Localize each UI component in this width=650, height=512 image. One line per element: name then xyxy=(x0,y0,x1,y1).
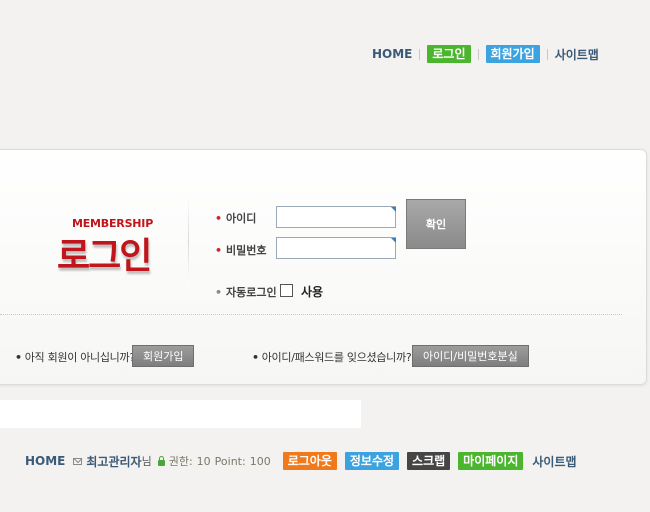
nav-home-link[interactable]: HOME xyxy=(372,47,412,61)
password-label: • 비밀번호 xyxy=(215,242,267,258)
auto-login-label: • 자동로그인 xyxy=(215,284,277,300)
scrap-button[interactable]: 스크랩 xyxy=(407,452,451,470)
top-nav: HOME 로그인 회원가입 사이트맵 xyxy=(372,44,599,64)
level-label: 권한: xyxy=(168,455,193,468)
edit-info-button[interactable]: 정보수정 xyxy=(344,452,400,470)
id-label-text: 아이디 xyxy=(226,212,257,225)
bottom-home-link[interactable]: HOME xyxy=(25,454,65,468)
not-member-text: • 아직 회원이 아니십니까? xyxy=(15,349,135,365)
id-label: • 아이디 xyxy=(215,210,256,226)
confirm-button[interactable]: 확인 xyxy=(406,199,466,249)
auto-login-checkbox[interactable] xyxy=(280,284,293,297)
auto-login-label-text: 자동로그인 xyxy=(226,286,277,299)
nav-signup-button[interactable]: 회원가입 xyxy=(485,45,540,63)
nav-separator xyxy=(477,48,479,60)
not-member-text-label: 아직 회원이 아니십니까? xyxy=(24,351,135,364)
point-label: Point: xyxy=(214,454,246,468)
input-corner-icon xyxy=(391,207,396,212)
bullet-icon: • xyxy=(215,286,223,299)
blank-bar xyxy=(0,400,361,428)
mypage-button[interactable]: 마이페이지 xyxy=(458,452,524,470)
password-input[interactable] xyxy=(276,237,396,259)
bullet-icon: • xyxy=(215,212,223,225)
find-account-button[interactable]: 아이디/비밀번호분실 xyxy=(412,345,529,367)
honorific: 님 xyxy=(141,455,152,468)
nav-separator xyxy=(419,48,421,60)
bullet-icon: • xyxy=(15,351,22,364)
signup-button[interactable]: 회원가입 xyxy=(132,345,195,367)
bullet-icon: • xyxy=(215,244,223,257)
point-value: 100 xyxy=(249,454,271,468)
logout-button[interactable]: 로그아웃 xyxy=(282,452,337,470)
forgot-text: • 아이디/패스워드를 잊으셨습니까? xyxy=(252,349,412,365)
lock-icon xyxy=(157,455,165,466)
input-corner-icon xyxy=(391,238,396,243)
mail-icon[interactable] xyxy=(73,457,83,465)
bullet-icon: • xyxy=(252,351,259,364)
username: 최고관리자 xyxy=(86,454,142,469)
vertical-divider xyxy=(188,196,189,286)
bottom-nav: HOME 최고관리자 님 권한: 10 Point: 100 로그아웃 정보수정… xyxy=(25,451,577,471)
nav-sitemap-link[interactable]: 사이트맵 xyxy=(555,46,599,63)
nav-separator xyxy=(546,48,548,60)
nav-login-button[interactable]: 로그인 xyxy=(427,45,471,63)
forgot-text-label: 아이디/패스워드를 잊으셨습니까? xyxy=(261,351,412,364)
bottom-sitemap-link[interactable]: 사이트맵 xyxy=(532,453,576,470)
level-value: 10 xyxy=(196,454,211,468)
login-title: 로그인 xyxy=(57,236,152,277)
id-input[interactable] xyxy=(276,206,396,228)
dotted-divider xyxy=(0,314,622,315)
password-label-text: 비밀번호 xyxy=(226,244,267,257)
auto-login-use-label[interactable]: 사용 xyxy=(301,283,323,300)
